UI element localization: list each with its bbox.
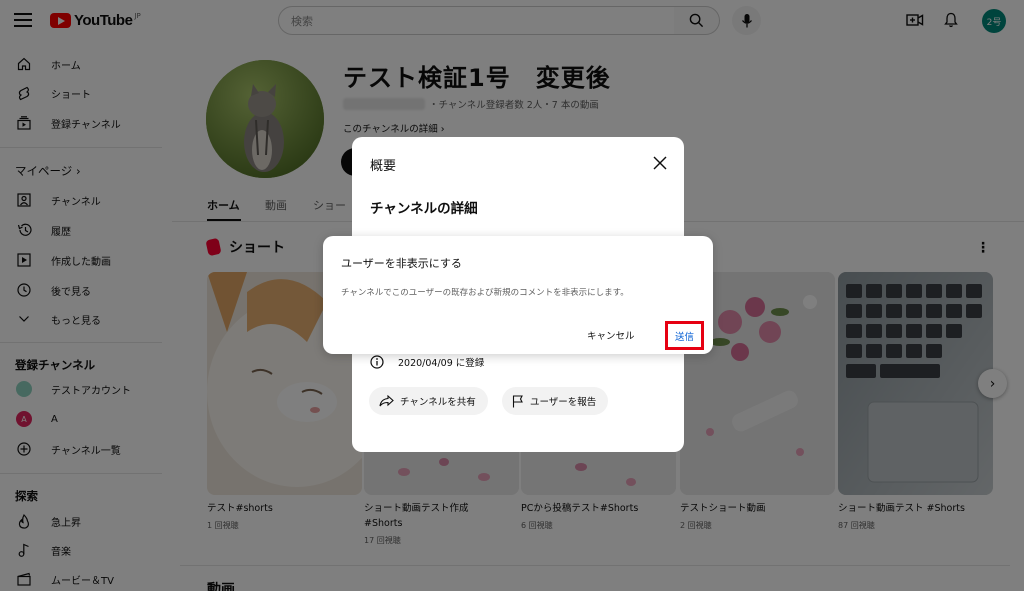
close-button[interactable]: [652, 155, 668, 174]
joined-date-row: 2020/04/09 に登録: [370, 355, 484, 369]
cancel-button[interactable]: キャンセル: [587, 328, 635, 342]
close-icon: [653, 156, 667, 170]
share-channel-label: チャンネルを共有: [400, 397, 476, 408]
share-icon: [379, 395, 394, 407]
submit-button[interactable]: 送信: [665, 321, 704, 350]
joined-date: 2020/04/09 に登録: [398, 358, 485, 369]
hide-user-dialog: ユーザーを非表示にする チャンネルでこのユーザーの既存および新規のコメントを非表…: [323, 236, 713, 354]
flag-icon: [512, 394, 524, 408]
channel-details-heading: チャンネルの詳細: [370, 201, 478, 217]
report-user-label: ユーザーを報告: [530, 397, 597, 408]
hide-user-dialog-message: チャンネルでこのユーザーの既存および新規のコメントを非表示にします。: [341, 288, 629, 298]
info-icon: [370, 355, 384, 369]
report-user-button[interactable]: ユーザーを報告: [502, 387, 609, 415]
about-dialog-title: 概要: [370, 159, 397, 174]
hide-user-dialog-title: ユーザーを非表示にする: [341, 257, 462, 270]
share-channel-button[interactable]: チャンネルを共有: [369, 387, 488, 415]
